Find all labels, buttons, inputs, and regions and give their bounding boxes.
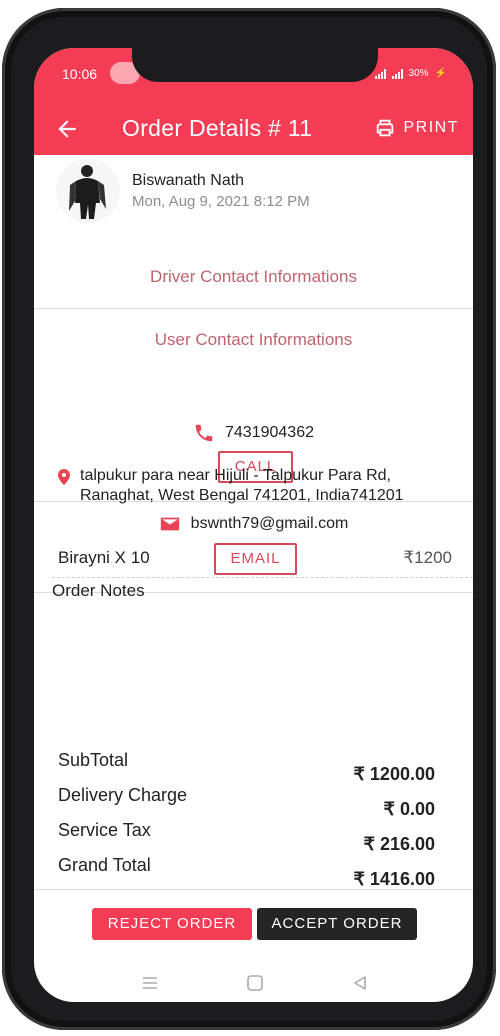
order-date: Mon, Aug 9, 2021 8:12 PM — [132, 193, 310, 210]
customer-header: Biswanath Nath Mon, Aug 9, 2021 8:12 PM — [34, 155, 473, 235]
service-tax-value: ₹ 216.00 — [363, 834, 435, 854]
divider — [34, 308, 473, 309]
status-indicators: 30% ⚡ — [374, 68, 447, 79]
accept-order-button[interactable]: ACCEPT ORDER — [257, 908, 417, 940]
status-time: 10:06 — [62, 66, 98, 82]
subtotal-value: ₹ 1200.00 — [353, 764, 435, 784]
order-item: Birayni X 10 ₹1200 — [58, 548, 452, 568]
nav-back-icon[interactable] — [351, 974, 369, 992]
system-nav-bar — [34, 966, 473, 1002]
arrow-left-icon[interactable] — [54, 116, 80, 142]
dashed-divider — [52, 577, 473, 578]
divider — [34, 889, 473, 890]
item-price: ₹1200 — [403, 548, 452, 567]
signal-icon — [391, 68, 403, 79]
order-notes-label: Order Notes — [52, 581, 145, 600]
print-button[interactable]: PRINT — [374, 117, 460, 139]
user-contact-title: User Contact Informations — [154, 330, 353, 349]
status-bar: 10:06 30% ⚡ — [34, 48, 473, 103]
camera-notch — [132, 48, 378, 82]
email-address: bswnth79@gmail.com — [190, 515, 349, 532]
home-icon[interactable] — [246, 974, 264, 992]
phone-frame: 10:06 30% ⚡ Order Details # 11 PRINT Bis… — [2, 8, 496, 1030]
recents-icon[interactable] — [141, 974, 159, 992]
app-screen: 10:06 30% ⚡ Order Details # 11 PRINT Bis… — [34, 48, 473, 1002]
signal-icon — [374, 68, 386, 79]
grand-total-label: Grand Total — [58, 855, 151, 875]
location-pin-icon — [58, 469, 70, 485]
grand-total-value: ₹ 1416.00 — [353, 869, 435, 889]
app-bar: Order Details # 11 PRINT — [34, 103, 473, 155]
delivery-charge-label: Delivery Charge — [58, 785, 188, 805]
delivery-address: talpukur para near Hijuli - Talpukur Par… — [80, 467, 404, 504]
phone-number: 7431904362 — [225, 424, 314, 441]
reject-order-button[interactable]: REJECT ORDER — [92, 908, 252, 940]
charging-icon: ⚡ — [434, 68, 447, 79]
avatar — [56, 159, 120, 223]
delivery-charge-value: ₹ 0.00 — [383, 799, 436, 819]
page-title: Order Details # 11 — [122, 115, 313, 141]
email-line: bswnth79@gmail.com — [34, 513, 473, 535]
service-tax-label: Service Tax — [58, 820, 151, 840]
subtotal-label: SubTotal — [58, 750, 129, 770]
driver-contact-title: Driver Contact Informations — [150, 267, 357, 286]
battery-level: 30% — [408, 68, 429, 79]
printer-icon — [376, 119, 393, 137]
customer-name: Biswanath Nath — [132, 172, 245, 189]
print-label: PRINT — [403, 119, 459, 136]
mail-icon — [160, 517, 179, 531]
item-name: Birayni X 10 — [58, 548, 150, 567]
phone-icon — [195, 424, 213, 442]
phone-line: 7431904362 — [34, 422, 473, 444]
